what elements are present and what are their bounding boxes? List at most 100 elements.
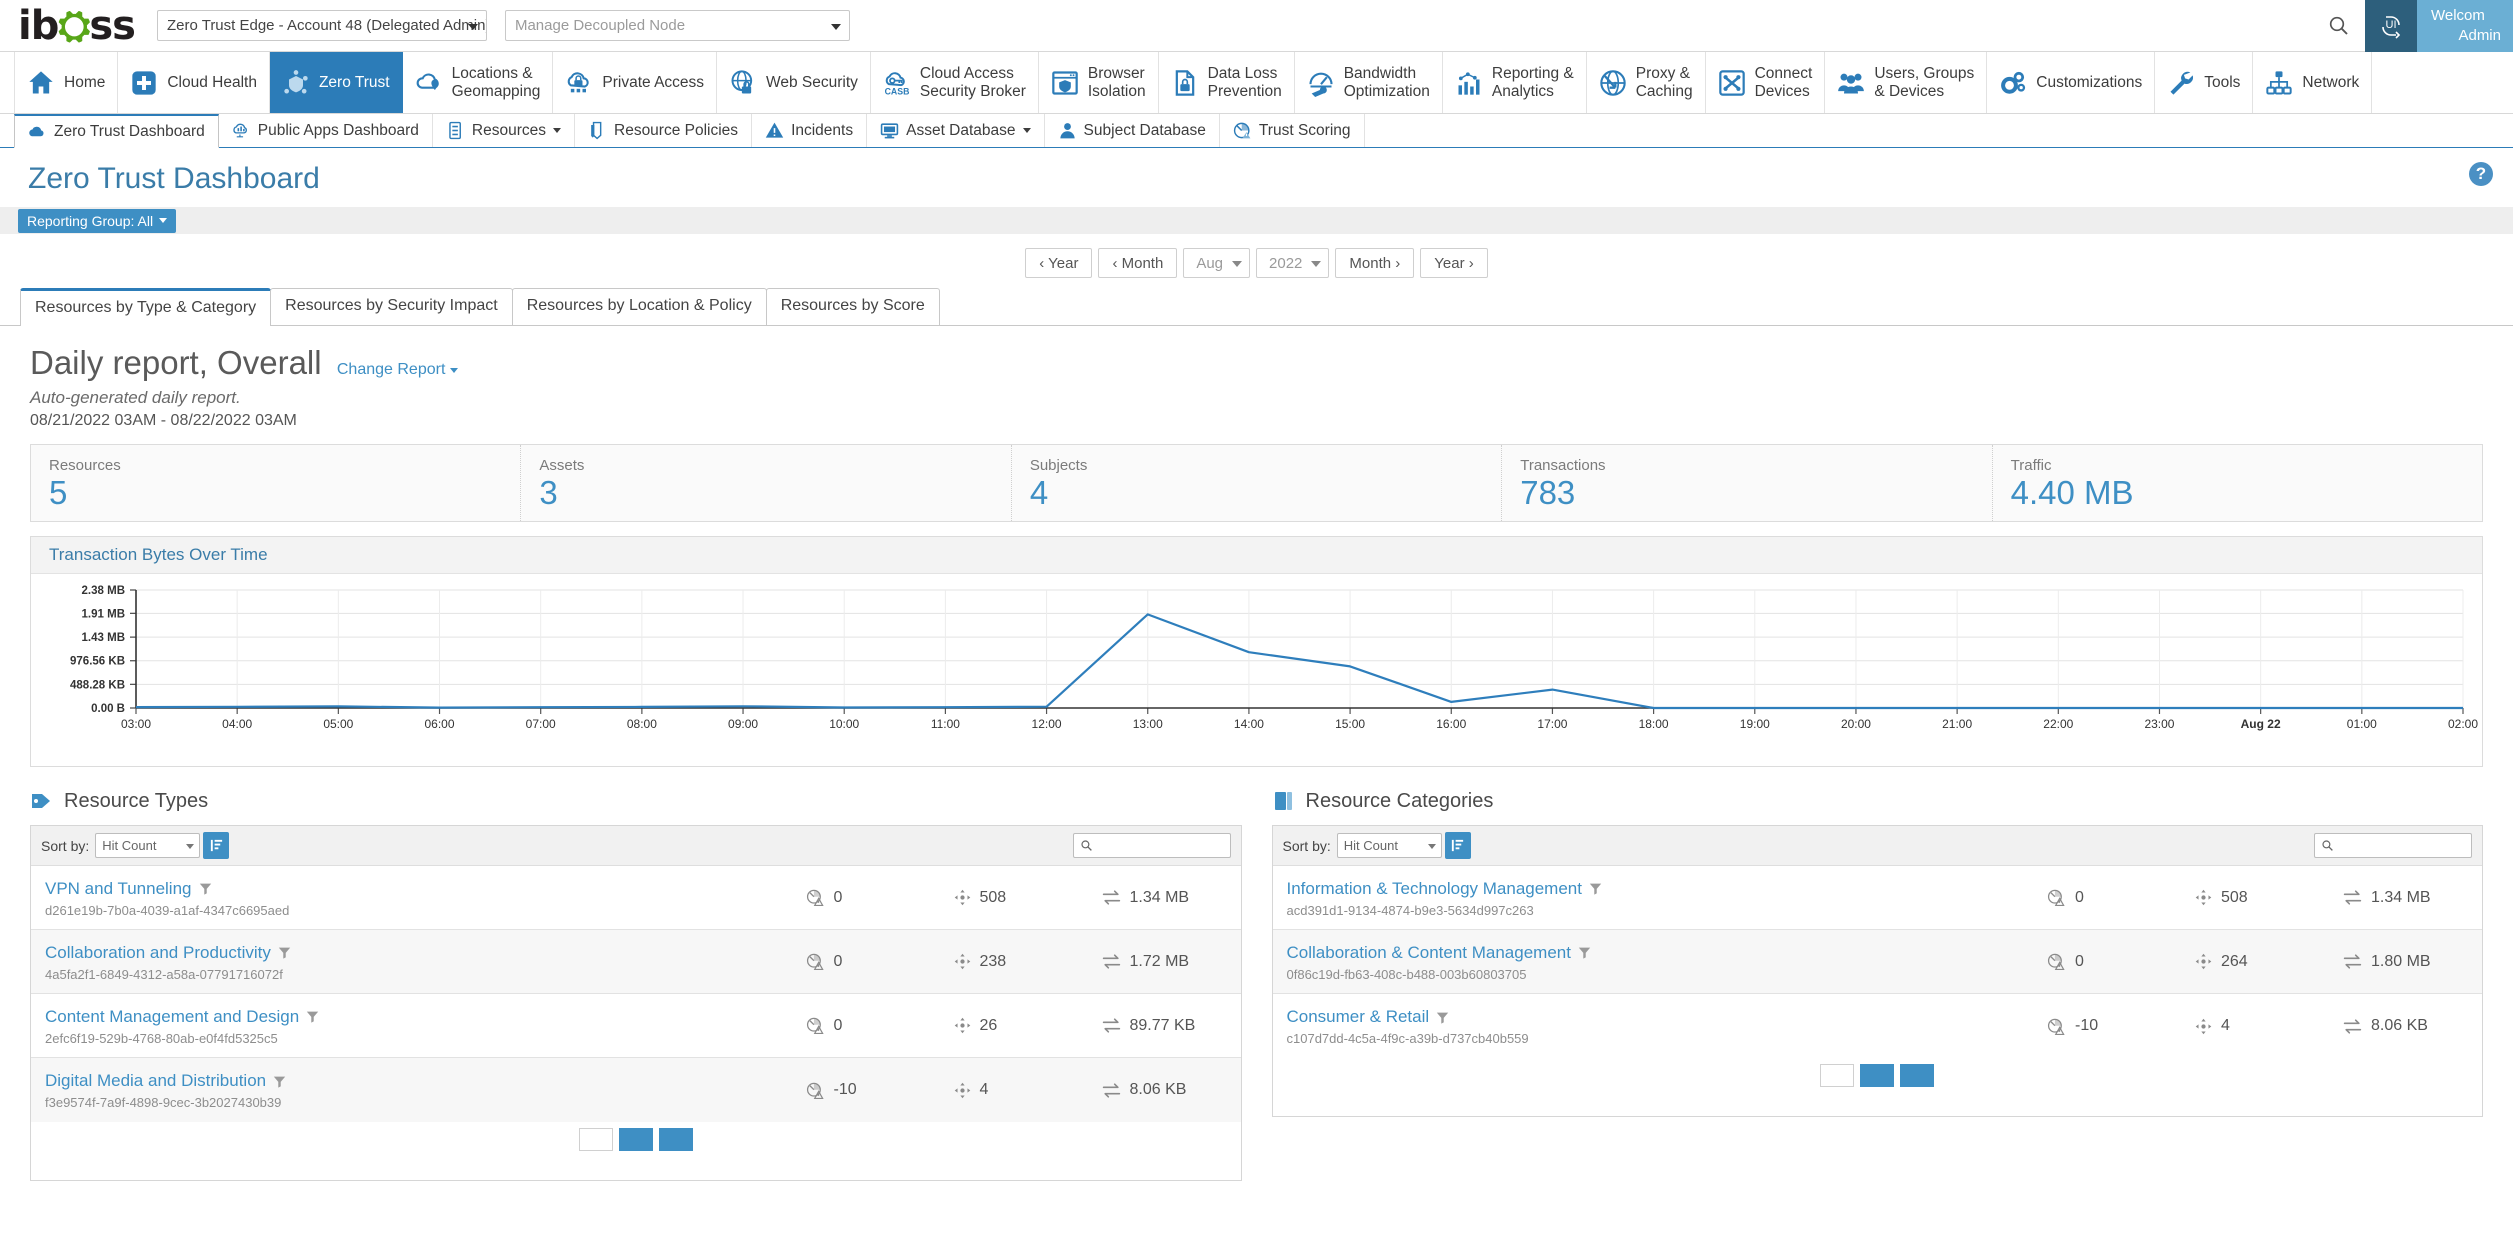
row-name-text: Consumer & Retail <box>1286 1007 1430 1026</box>
change-report-button[interactable]: Change Report <box>337 361 459 379</box>
hit-count-icon <box>2195 953 2212 970</box>
pager-next-button[interactable] <box>658 1128 693 1151</box>
nav-item-label: Tools <box>2204 73 2241 91</box>
tab-resources-by-location-policy[interactable]: Resources by Location & Policy <box>511 288 767 325</box>
subnav-item-zero-trust-dashboard[interactable]: Zero Trust Dashboard <box>14 114 219 148</box>
filter-icon[interactable] <box>278 946 291 959</box>
table-row[interactable]: Consumer & Retail c107d7dd-4c5a-4f9c-a39b… <box>1272 994 2482 1058</box>
nav-item-bandwidth-optimization[interactable]: Bandwidth Optimization <box>1295 52 1443 113</box>
next-month-button[interactable]: Month › <box>1335 248 1415 278</box>
nav-item-locations-geomapping[interactable]: Locations & Geomapping <box>403 52 554 113</box>
nav-item-private-access[interactable]: Private Access <box>553 52 718 113</box>
row-id: 4a5fa2f1-6849-4312-a58a-07791716072f <box>45 966 283 982</box>
subnav-item-subject-database[interactable]: Subject Database <box>1045 114 1220 147</box>
nav-item-browser-isolation[interactable]: Browser Isolation <box>1039 52 1159 113</box>
nav-item-cloud-access-security-broker[interactable]: CASB Cloud Access Security Broker <box>871 52 1039 113</box>
table-row[interactable]: Digital Media and Distribution f3e9574f-7… <box>31 1058 1241 1122</box>
nav-item-proxy-caching[interactable]: Proxy & Caching <box>1587 52 1706 113</box>
row-hits-value: 508 <box>2221 888 2248 906</box>
wrench-icon <box>2170 71 2194 95</box>
row-name-link[interactable]: Content Management and Design <box>45 1007 319 1027</box>
filter-icon[interactable] <box>1578 946 1591 959</box>
filter-icon[interactable] <box>1436 1011 1449 1024</box>
row-name-link[interactable]: VPN and Tunneling <box>45 879 212 899</box>
x-tick-label: 16:00 <box>1436 717 1466 731</box>
tab-resources-by-security-impact[interactable]: Resources by Security Impact <box>270 288 513 325</box>
filter-icon[interactable] <box>306 1010 319 1023</box>
row-score: -10 <box>806 1081 954 1100</box>
transaction-bytes-line-chart[interactable]: 0.00 B 488.28 KB 976.56 KB 1.43 MB 1.91 MB 2.… <box>31 584 2480 754</box>
row-name-link[interactable]: Collaboration and Productivity <box>45 943 291 963</box>
trust-gauge-icon <box>1233 122 1251 139</box>
traffic-icon <box>1102 954 1120 969</box>
nav-item-cloud-health[interactable]: Cloud Health <box>118 52 270 113</box>
row-name-link[interactable]: Collaboration & Content Management <box>1287 943 1591 963</box>
resource-types-sort-select[interactable]: Hit Count <box>95 833 201 858</box>
table-row[interactable]: Information & Technology Management acd39… <box>1272 866 2482 930</box>
pager-next-button[interactable] <box>1900 1064 1935 1087</box>
help-icon[interactable]: ? <box>2469 162 2493 186</box>
subnav-item-resources[interactable]: Resources <box>433 114 575 147</box>
subnav-item-incidents[interactable]: Incidents <box>752 114 868 147</box>
pager-prev-button[interactable] <box>578 1128 613 1151</box>
decoupled-node-select[interactable]: Manage Decoupled Node <box>504 10 850 41</box>
filter-icon[interactable] <box>273 1075 286 1088</box>
tab-resources-by-type-category[interactable]: Resources by Type & Category <box>20 288 272 326</box>
year-select[interactable]: 2022 <box>1256 248 1330 278</box>
y-tick-label: 488.28 KB <box>70 679 125 691</box>
filter-icon[interactable] <box>199 882 212 895</box>
next-year-button[interactable]: Year › <box>1420 248 1488 278</box>
global-search-button[interactable] <box>2313 0 2365 52</box>
chevron-down-icon <box>1022 128 1031 133</box>
resource-categories-search-input[interactable] <box>2314 833 2472 858</box>
resource-categories-sort-select[interactable]: Hit Count <box>1336 833 1442 858</box>
traffic-icon <box>1102 1018 1120 1033</box>
pager-prev-button[interactable] <box>1820 1064 1855 1087</box>
resource-categories-sort-direction-button[interactable] <box>1444 832 1471 859</box>
nav-item-reporting-analytics[interactable]: Reporting & Analytics <box>1443 52 1587 113</box>
table-row[interactable]: Content Management and Design 2efc6f19-52… <box>31 994 1241 1058</box>
nav-item-connect-devices[interactable]: Connect Devices <box>1706 52 1826 113</box>
trust-score-icon <box>806 889 824 907</box>
row-name-link[interactable]: Information & Technology Management <box>1287 879 1602 899</box>
row-name-link[interactable]: Digital Media and Distribution <box>45 1071 286 1091</box>
trust-score-icon <box>2047 1018 2065 1035</box>
account-select[interactable]: Zero Trust Edge - Account 48 (Delegated … <box>156 10 487 41</box>
stat-card-transactions: Transactions 783 <box>1502 445 1993 521</box>
nav-item-label: Cloud Health <box>167 73 257 91</box>
ui-switch-button[interactable]: UI <box>2365 0 2417 52</box>
x-tick-label: 14:00 <box>1234 717 1264 731</box>
prev-year-button[interactable]: ‹ Year <box>1025 248 1093 278</box>
subnav-item-asset-database[interactable]: Asset Database <box>867 114 1045 147</box>
pager-page-1-button[interactable] <box>1860 1064 1895 1087</box>
nav-item-zero-trust[interactable]: Zero Trust <box>269 52 403 113</box>
nav-item-home[interactable]: Home <box>14 52 119 113</box>
month-select[interactable]: Aug <box>1183 248 1251 278</box>
resource-types-search-input[interactable] <box>1072 833 1231 858</box>
subnav-item-public-apps-dashboard[interactable]: Public Apps Dashboard <box>219 114 433 147</box>
pager-page-1-button[interactable] <box>618 1128 653 1151</box>
reporting-group-filter[interactable]: Reporting Group: All <box>18 208 177 233</box>
gauge-wrench-icon <box>1309 72 1333 97</box>
subnav-item-trust-scoring[interactable]: Trust Scoring <box>1220 114 1365 147</box>
prev-month-button[interactable]: ‹ Month <box>1098 248 1178 278</box>
nav-item-network[interactable]: Network <box>2253 52 2373 113</box>
filter-icon[interactable] <box>1589 882 1602 895</box>
nav-item-customizations[interactable]: Customizations <box>1987 52 2156 113</box>
subnav-item-resource-policies[interactable]: Resource Policies <box>575 114 753 147</box>
row-id: 2efc6f19-529b-4768-80ab-e0f4fd5325c5 <box>45 1030 278 1046</box>
welcome-user[interactable]: Welcom Admin <box>2417 0 2513 52</box>
tab-resources-by-score[interactable]: Resources by Score <box>765 288 940 325</box>
row-main: Digital Media and Distribution f3e9574f-7… <box>45 1070 806 1110</box>
resource-types-sort-direction-button[interactable] <box>203 832 230 859</box>
table-row[interactable]: VPN and Tunneling d261e19b-7b0a-4039-a1af… <box>31 866 1241 930</box>
nav-item-data-loss-prevention[interactable]: Data Loss Prevention <box>1159 52 1295 113</box>
row-traffic: 1.34 MB <box>1102 888 1227 907</box>
nav-item-users-groups-devices[interactable]: Users, Groups & Devices <box>1825 52 1988 113</box>
table-row[interactable]: Collaboration and Productivity 4a5fa2f1-6… <box>31 930 1241 994</box>
row-name-link[interactable]: Consumer & Retail <box>1287 1007 1450 1027</box>
nav-item-label: Home <box>64 73 106 91</box>
table-row[interactable]: Collaboration & Content Management 0f86c1… <box>1272 930 2482 994</box>
nav-item-web-security[interactable]: Web Security <box>717 52 871 113</box>
nav-item-tools[interactable]: Tools <box>2155 52 2254 113</box>
